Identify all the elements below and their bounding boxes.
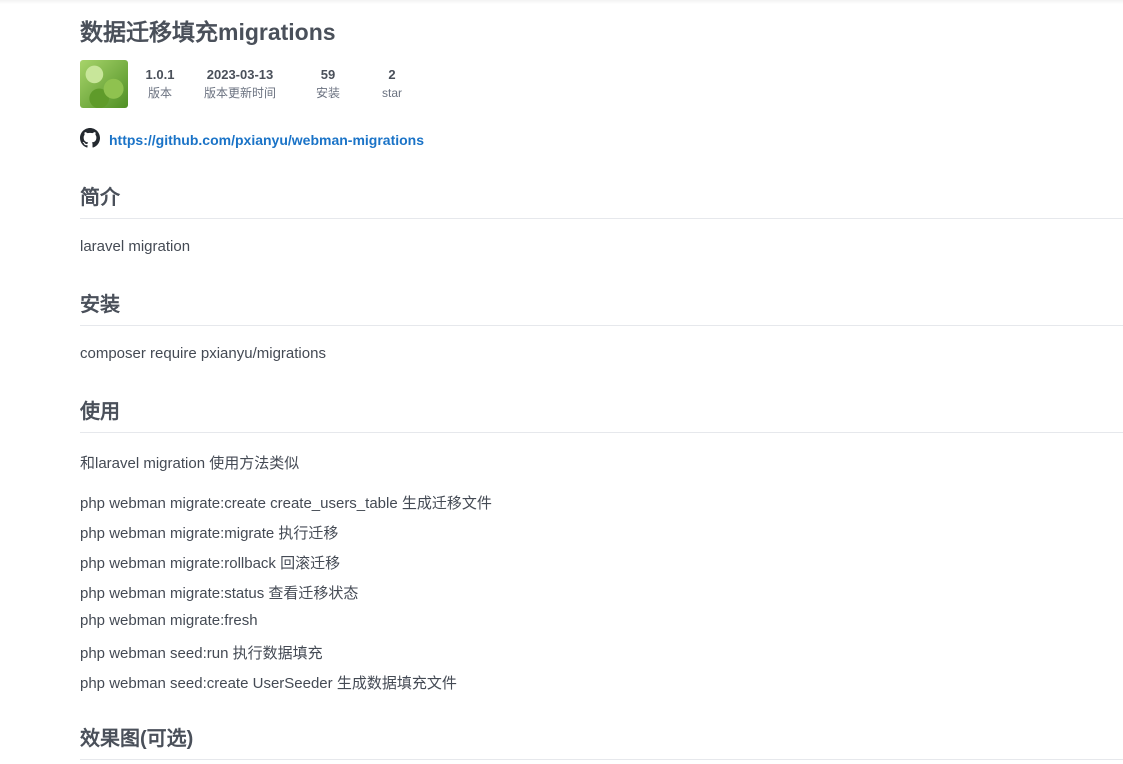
section-heading-install: 安装 [80,288,1123,326]
stat-updated: 2023-03-13 版本更新时间 [198,67,282,103]
intro-text: laravel migration [80,238,191,255]
stat-version: 1.0.1 版本 [140,67,180,103]
repo-link-row: https://github.com/pxianyu/webman-migrat… [80,127,424,153]
section-heading-screenshots: 效果图(可选) [80,722,1123,760]
command-line: php webman migrate:migrate 执行迁移 [80,525,339,542]
stars-label: star [381,86,402,100]
github-icon [80,127,100,153]
command-line: php webman migrate:fresh [80,612,258,629]
updated-value: 2023-03-13 [206,67,274,82]
repo-link[interactable]: https://github.com/pxianyu/webman-migrat… [109,132,424,148]
install-text: composer require pxianyu/migrations [80,345,326,362]
installs-label: 安装 [315,86,340,100]
top-shadow-bar [0,0,1123,4]
version-label: 版本 [147,86,172,100]
command-line: php webman seed:run 执行数据填充 [80,645,323,662]
updated-label: 版本更新时间 [203,86,276,100]
installs-value: 59 [320,67,336,82]
section-heading-intro: 简介 [80,181,1123,219]
version-value: 1.0.1 [145,67,175,82]
page-title: 数据迁移填充migrations [80,19,336,45]
command-line: php webman migrate:rollback 回滚迁移 [80,555,341,572]
stars-value: 2 [388,67,396,82]
stat-stars: 2 star [374,67,410,103]
command-line: php webman migrate:status 查看迁移状态 [80,585,359,602]
stat-installs: 59 安装 [310,67,346,103]
command-line: php webman seed:create UserSeeder 生成数据填充… [80,675,457,692]
command-line: php webman migrate:create create_users_t… [80,495,492,512]
plugin-avatar [80,60,128,108]
section-heading-usage: 使用 [80,395,1123,433]
usage-text: 和laravel migration 使用方法类似 [80,455,300,472]
